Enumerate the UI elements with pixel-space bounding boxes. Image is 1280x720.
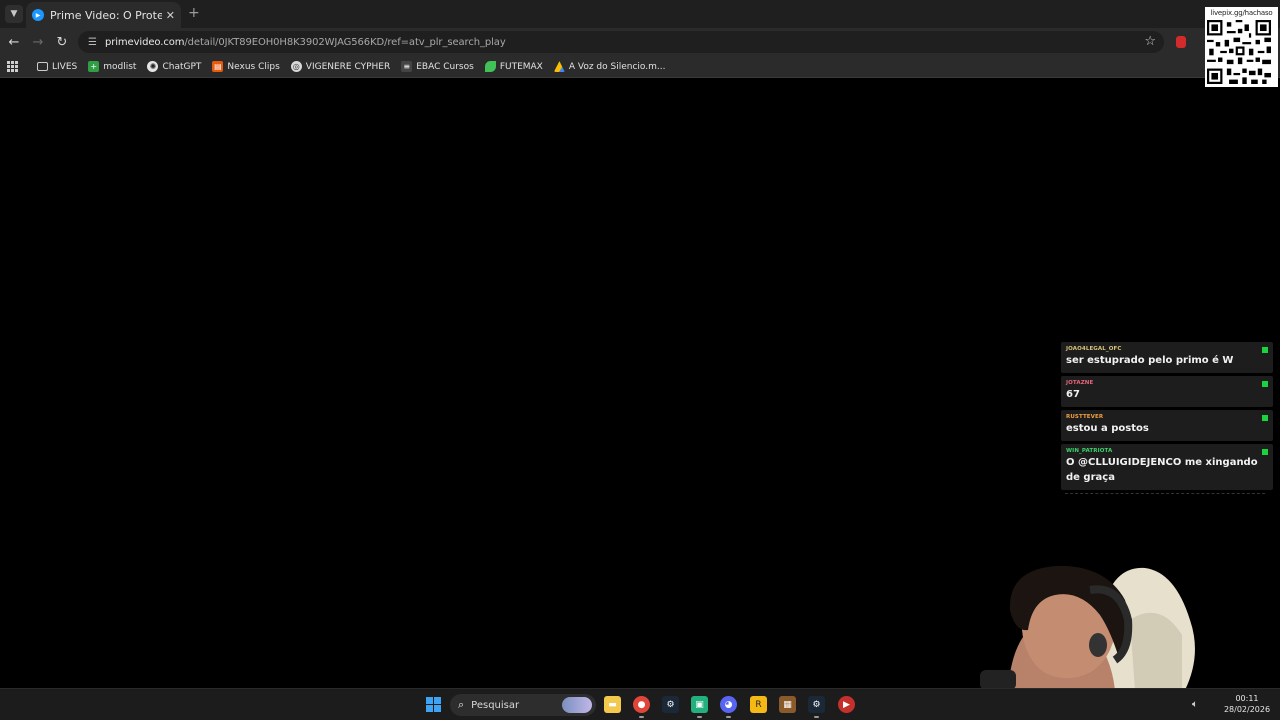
taskbar-search-placeholder: Pesquisar — [471, 699, 520, 711]
chat-username: JOTAZNE — [1066, 380, 1094, 386]
bookmark-item[interactable]: LIVES — [37, 62, 77, 72]
ebac-icon: ≡ — [401, 61, 413, 72]
chat-text: O @CLLUIGIDEJENCO me xingando de graça — [1066, 457, 1258, 483]
prime-video-favicon-icon: ▶ — [32, 9, 44, 21]
search-icon: ⌕ — [458, 698, 465, 711]
nexus-icon: ▤ — [212, 61, 224, 72]
bookmark-label: VIGENERE CYPHER — [305, 61, 391, 72]
globe-icon: ◎ — [290, 61, 302, 72]
new-tab-icon[interactable]: + — [188, 5, 200, 21]
chat-badge-icon — [1262, 449, 1268, 455]
search-highlight-art-icon — [562, 697, 592, 713]
volume-icon[interactable]: 🔈︎ — [1192, 699, 1198, 710]
chat-text: estou a postos — [1066, 423, 1149, 434]
leaf-icon — [484, 61, 496, 72]
chatgpt-icon: ✺ — [147, 61, 159, 72]
bookmark-label: ChatGPT — [162, 61, 202, 72]
steam-running-indicator — [814, 716, 819, 718]
media-app-icon[interactable]: ▦ — [779, 696, 796, 713]
chat-message: WIN_PATRIOTA O @CLLUIGIDEJENCO me xingan… — [1061, 444, 1273, 490]
chrome-running-indicator — [639, 716, 644, 718]
steam-alt-icon[interactable]: ⚙ — [808, 696, 825, 713]
qr-code-icon — [1207, 20, 1271, 84]
chat-text: 67 — [1066, 389, 1080, 400]
chat-message: RUSTTEVER estou a postos — [1061, 410, 1273, 441]
discord-running-indicator — [726, 716, 731, 718]
chat-message: JOAO4LEGAL_OFC ser estuprado pelo primo … — [1061, 342, 1273, 373]
clock-time: 00:11 — [1235, 694, 1259, 703]
rockstar-icon[interactable]: R — [750, 696, 767, 713]
bookmark-item[interactable]: ≡ EBAC Cursos — [401, 61, 474, 72]
file-explorer-icon[interactable]: ▬ — [604, 696, 621, 713]
steam-icon[interactable]: ⚙ — [662, 696, 679, 713]
taskbar-clock[interactable]: 00:11 28/02/2026 — [1222, 693, 1272, 715]
bookmark-label: Nexus Clips — [227, 61, 280, 72]
drive-icon — [553, 61, 565, 72]
bookmark-label: FUTEMAX — [499, 61, 543, 72]
bookmark-item[interactable]: ✺ ChatGPT — [147, 61, 201, 72]
bookmark-label: modlist — [103, 61, 137, 72]
webcam-overlay — [980, 565, 1195, 690]
back-arrow-icon[interactable]: ← — [5, 33, 23, 51]
chat-badge-icon — [1262, 347, 1268, 353]
toolbar: ← → ↻ ☰ primevideo.com/detail/0JKT89EOH0… — [0, 28, 1280, 56]
bookmark-label: LIVES — [52, 61, 78, 72]
chat-badge-icon — [1262, 381, 1268, 387]
site-info-icon[interactable]: ☰ — [88, 37, 97, 48]
green-app-icon[interactable]: ▣ — [691, 696, 708, 713]
bookmark-item[interactable]: + modlist — [88, 61, 136, 72]
tab-search-chevron-icon[interactable]: ▼ — [5, 5, 23, 23]
address-bar[interactable]: ☰ primevideo.com/detail/0JKT89EOH0H8K390… — [78, 31, 1164, 53]
tab-active[interactable]: ▶ Prime Video: O Protetor 2 ✕ — [26, 2, 181, 28]
bookmark-item[interactable]: A Voz do Silencio.m... — [553, 61, 666, 72]
windows-start-icon[interactable] — [426, 697, 441, 712]
chat-message: JOTAZNE 67 — [1061, 376, 1273, 407]
chat-overlay: JOAO4LEGAL_OFC ser estuprado pelo primo … — [1061, 342, 1273, 497]
bookmark-item[interactable]: ▤ Nexus Clips — [212, 61, 280, 72]
chat-badge-icon — [1262, 415, 1268, 421]
bookmark-label: EBAC Cursos — [416, 61, 474, 72]
chat-username: RUSTTEVER — [1066, 414, 1104, 420]
chat-username: WIN_PATRIOTA — [1066, 448, 1113, 454]
bookmark-star-icon[interactable]: ☆ — [1144, 34, 1156, 49]
reload-icon[interactable]: ↻ — [53, 33, 71, 51]
apps-grid-icon[interactable] — [7, 60, 19, 73]
folder-icon — [37, 62, 48, 71]
url-path: /detail/0JKT89EOH0H8K3902WJAG566KD/ref=a… — [184, 36, 506, 48]
url-host: primevideo.com — [104, 36, 185, 48]
plus-icon: + — [88, 61, 100, 72]
youtube-icon[interactable]: ▶ — [838, 696, 855, 713]
taskbar: ⌕ Pesquisar ▬ ● ⚙ ▣ ◕ R ▦ ⚙ ▶ 🔈︎ 00:11 2… — [0, 688, 1280, 720]
qr-overlay: livepix.gg/hachaso — [1205, 7, 1278, 87]
chat-text: ser estuprado pelo primo é W — [1066, 355, 1234, 366]
bookmark-label: A Voz do Silencio.m... — [568, 61, 666, 72]
qr-label: livepix.gg/hachaso — [1210, 9, 1273, 17]
forward-arrow-icon[interactable]: → — [29, 33, 47, 51]
chrome-icon[interactable]: ● — [633, 696, 650, 713]
chat-divider — [1065, 493, 1265, 497]
green-app-running-indicator — [697, 716, 702, 718]
taskbar-search-box[interactable]: ⌕ Pesquisar — [450, 694, 596, 716]
extension-icon[interactable] — [1176, 36, 1186, 48]
bookmarks-bar: LIVES + modlist ✺ ChatGPT ▤ Nexus Clips … — [0, 56, 1280, 78]
bookmark-item[interactable]: FUTEMAX — [484, 61, 543, 72]
chat-username: JOAO4LEGAL_OFC — [1066, 346, 1122, 352]
tab-title: Prime Video: O Protetor 2 — [50, 8, 162, 22]
bookmark-item[interactable]: ◎ VIGENERE CYPHER — [290, 61, 391, 72]
clock-date: 28/02/2026 — [1223, 705, 1271, 714]
url-text: primevideo.com/detail/0JKT89EOH0H8K3902W… — [105, 37, 506, 48]
tab-strip: ▼ ▶ Prime Video: O Protetor 2 ✕ + — [0, 0, 1280, 28]
tab-close-icon[interactable]: ✕ — [166, 9, 175, 22]
discord-icon[interactable]: ◕ — [720, 696, 737, 713]
